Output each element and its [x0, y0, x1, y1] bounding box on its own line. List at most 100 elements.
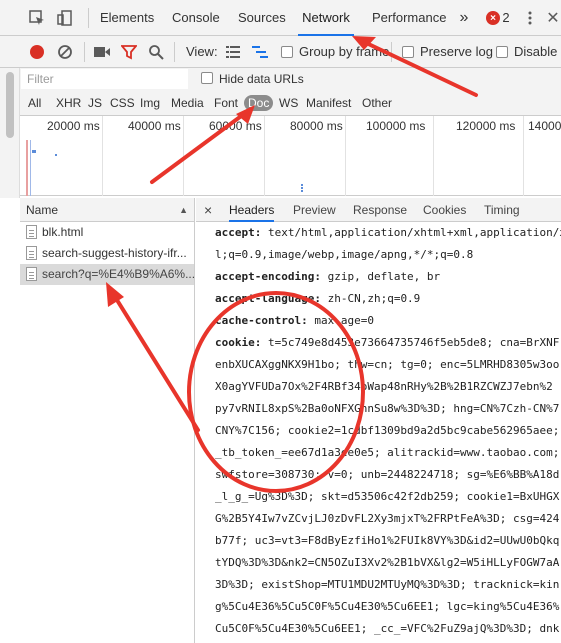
error-count: 2: [502, 10, 510, 25]
timeline-gridline: [433, 116, 434, 196]
load-marker-line: [26, 140, 28, 196]
header-key: accept-encoding:: [215, 270, 321, 283]
type-font[interactable]: Font: [210, 95, 242, 111]
document-icon: [26, 267, 37, 281]
type-js[interactable]: JS: [84, 95, 106, 111]
screenshot-capture-icon[interactable]: [94, 45, 110, 59]
header-value: 3D%3D; existShop=MTU1MDU2MTUyMQ%3D%3D; t…: [215, 578, 560, 591]
header-value: zh-CN,zh;q=0.9: [320, 292, 421, 305]
clear-icon[interactable]: [57, 44, 73, 60]
request-name: blk.html: [42, 225, 84, 239]
hide-data-urls-label: Hide data URLs: [219, 72, 304, 86]
filter-bar: Hide data URLs: [20, 68, 561, 90]
request-row[interactable]: blk.html: [20, 222, 194, 243]
scrollbar-thumb[interactable]: [6, 72, 14, 138]
header-key: cookie:: [215, 336, 262, 349]
filter-input[interactable]: [21, 69, 188, 89]
group-by-frame-checkbox[interactable]: [281, 46, 293, 58]
timeline-gridline: [264, 116, 265, 196]
header-value: tYDQ%3D%3D&nk2=CN5OZuI3Xv2%2B1bVX&lg2=W5…: [215, 556, 560, 569]
header-value: Cu5C0F%5Cu4E30%5Cu6EE1; _cc_=VFC%2FuZ9aj…: [215, 622, 560, 635]
request-headers-list: accept: text/html,application/xhtml+xml,…: [196, 222, 561, 643]
type-other[interactable]: Other: [358, 95, 396, 111]
timeline-gridline: [102, 116, 103, 196]
header-line: cache-control: max-age=0: [196, 310, 561, 332]
type-manifest[interactable]: Manifest: [302, 95, 355, 111]
waterfall-overview-icon[interactable]: [252, 45, 268, 59]
tab-cookies[interactable]: Cookies: [423, 198, 466, 222]
type-img[interactable]: Img: [136, 95, 164, 111]
tab-response[interactable]: Response: [353, 198, 407, 222]
timeline-gridline: [523, 116, 524, 196]
header-line: accept-encoding: gzip, deflate, br: [196, 266, 561, 288]
kebab-menu-icon[interactable]: [524, 10, 536, 26]
type-doc[interactable]: Doc: [244, 95, 274, 111]
device-toolbar-icon[interactable]: [56, 10, 74, 26]
timeline-tick-label: 20000 ms: [47, 119, 100, 133]
request-name: search-suggest-history-ifr...: [42, 246, 187, 260]
request-bar: [32, 150, 36, 153]
preserve-log-checkbox[interactable]: [402, 46, 414, 58]
header-line: _l_g_=Ug%3D%3D; skt=d53506c42f2db259; co…: [196, 486, 561, 508]
header-value: enbXUCAXggNKX9H1bo; thw=cn; tg=0; enc=5L…: [215, 358, 560, 371]
hide-data-urls-checkbox[interactable]: [201, 72, 213, 84]
tab-preview[interactable]: Preview: [293, 198, 336, 222]
type-css[interactable]: CSS: [106, 95, 139, 111]
document-icon: [26, 225, 37, 239]
header-value: _l_g_=Ug%3D%3D; skt=d53506c42f2db259; co…: [215, 490, 560, 503]
name-column-title: Name: [26, 203, 59, 217]
close-devtools-icon[interactable]: ✕: [546, 10, 560, 27]
timeline-tick-label: 100000 ms: [366, 119, 426, 133]
tab-headers[interactable]: Headers: [229, 198, 275, 222]
close-details-button[interactable]: ×: [204, 198, 212, 222]
tab-elements[interactable]: Elements: [100, 0, 154, 36]
inspect-element-icon[interactable]: [28, 10, 46, 26]
search-icon[interactable]: [148, 44, 164, 60]
header-line: l;q=0.9,image/webp,image/apng,*/*;q=0.8: [196, 244, 561, 266]
timeline-gridline: [183, 116, 184, 196]
header-line: enbXUCAXggNKX9H1bo; thw=cn; tg=0; enc=5L…: [196, 354, 561, 376]
timeline-tick-label: 140000: [528, 119, 561, 133]
header-line: accept-language: zh-CN,zh;q=0.9: [196, 288, 561, 310]
request-bar: [55, 154, 57, 156]
document-icon: [26, 246, 37, 260]
timeline-tick-label: 40000 ms: [128, 119, 181, 133]
header-value: max-age=0: [307, 314, 374, 327]
record-button[interactable]: [29, 44, 45, 60]
name-column-header[interactable]: Name ▲: [20, 198, 194, 222]
disable-cache-checkbox[interactable]: [496, 46, 508, 58]
large-rows-icon[interactable]: [225, 45, 241, 59]
header-key: cache-control:: [215, 314, 308, 327]
preserve-log-label: Preserve log: [420, 44, 493, 59]
header-line: b77f; uc3=vt3=F8dByEzfiHo1%2FUIk8VY%3D&i…: [196, 530, 561, 552]
type-all[interactable]: All: [24, 95, 45, 111]
request-row[interactable]: search-suggest-history-ifr...: [20, 243, 194, 264]
header-value: b77f; uc3=vt3=F8dByEzfiHo1%2FUIk8VY%3D&i…: [215, 534, 560, 547]
network-timeline-overview[interactable]: 20000 ms 40000 ms 60000 ms 80000 ms 1000…: [20, 116, 561, 196]
tab-sources[interactable]: Sources: [238, 0, 286, 36]
tab-performance[interactable]: Performance: [372, 0, 446, 36]
tab-console[interactable]: Console: [172, 0, 220, 36]
group-by-frame-label: Group by frame: [299, 44, 390, 59]
header-line: py7vRNIL8xpS%2Ba0oNFXGhnSu8w%3D%3D; hng=…: [196, 398, 561, 420]
type-ws[interactable]: WS: [275, 95, 302, 111]
header-value: X0agYVFUDa7Ox%2F4RBf34oWap48nRHy%2B%2B1R…: [215, 380, 553, 393]
header-value: text/html,application/xhtml+xml,applicat…: [261, 226, 561, 239]
tab-network[interactable]: Network: [298, 0, 354, 36]
request-details-pane: × Headers Preview Response Cookies Timin…: [196, 198, 561, 643]
header-line: _tb_token_=ee67d1a3ee0e5; alitrackid=www…: [196, 442, 561, 464]
request-row-selected[interactable]: search?q=%E4%B9%A6%...: [20, 264, 194, 285]
tab-timing[interactable]: Timing: [484, 198, 520, 222]
filter-icon[interactable]: [121, 44, 137, 60]
dom-content-marker-line: [30, 140, 31, 196]
more-tabs-button[interactable]: »: [456, 0, 472, 36]
error-icon[interactable]: ×: [486, 11, 500, 25]
left-scroll-strip: [0, 68, 20, 198]
header-line: CNY%7C156; cookie2=1cdbf1309bd9a2d5bc9ca…: [196, 420, 561, 442]
header-line: X0agYVFUDa7Ox%2F4RBf34oWap48nRHy%2B%2B1R…: [196, 376, 561, 398]
resource-type-filter: All XHR JS CSS Img Media Font Doc WS Man…: [20, 90, 561, 116]
type-xhr[interactable]: XHR: [52, 95, 85, 111]
header-line: G%2B5Y4Iw7vZCvjLJ0zDvFL2Xy3mjxT%2FRPtFeA…: [196, 508, 561, 530]
type-media[interactable]: Media: [167, 95, 208, 111]
network-toolbar: View: Group by frame Preserve log Disabl…: [0, 36, 561, 68]
